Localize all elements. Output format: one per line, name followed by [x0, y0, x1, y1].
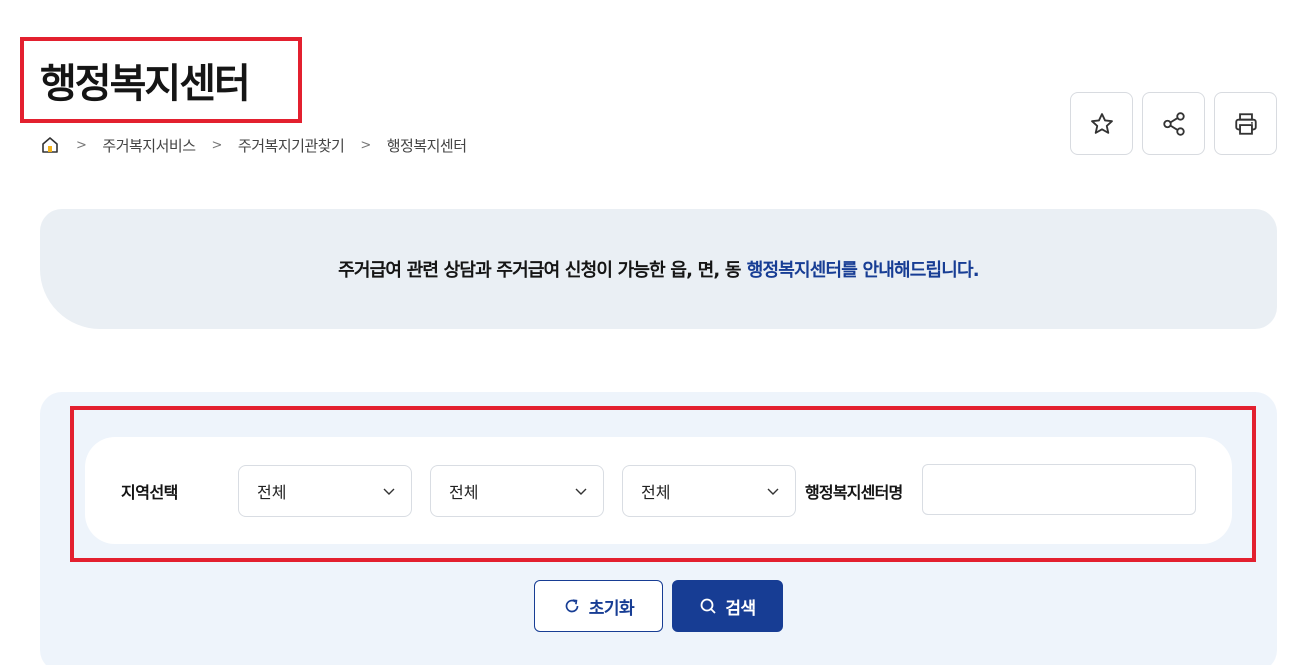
share-icon: [1162, 111, 1185, 136]
breadcrumb-item-service[interactable]: 주거복지서비스: [102, 135, 196, 156]
chevron-down-icon: [575, 488, 587, 495]
print-button[interactable]: [1214, 92, 1277, 155]
center-name-input[interactable]: [922, 464, 1196, 515]
breadcrumb-separator-icon: >: [360, 137, 371, 153]
printer-icon: [1234, 112, 1257, 135]
notice-banner: 주거급여 관련 상담과 주거급여 신청이 가능한 읍, 면, 동 행정복지센터를…: [40, 209, 1277, 329]
breadcrumb-item-current: 행정복지센터: [386, 136, 467, 155]
chevron-down-icon: [767, 488, 779, 495]
search-icon: [700, 598, 716, 614]
favorite-button[interactable]: [1070, 92, 1133, 155]
page-title: 행정복지센터: [40, 61, 251, 107]
center-name-label: 행정복지센터명: [805, 483, 903, 502]
chevron-down-icon: [383, 488, 395, 495]
select-value: 전체: [641, 483, 671, 502]
select-value: 전체: [449, 483, 479, 502]
notice-text: 주거급여 관련 상담과 주거급여 신청이 가능한 읍, 면, 동: [338, 260, 741, 281]
breadcrumb-item-find-agency[interactable]: 주거복지기관찾기: [238, 135, 345, 156]
notice-highlight: 행정복지센터를 안내해드립니다.: [746, 260, 980, 281]
breadcrumb: > 주거복지서비스 > 주거복지기관찾기 > 행정복지센터: [40, 134, 467, 156]
search-button-label: 검색: [725, 598, 756, 619]
breadcrumb-separator-icon: >: [211, 137, 223, 153]
region-select-district[interactable]: 전체: [622, 465, 796, 517]
refresh-icon: [565, 599, 579, 613]
reset-button[interactable]: 초기화: [534, 580, 663, 632]
region-select-city[interactable]: 전체: [430, 465, 604, 517]
search-button[interactable]: 검색: [672, 580, 783, 632]
breadcrumb-separator-icon: >: [76, 137, 87, 153]
region-select-province[interactable]: 전체: [238, 465, 412, 517]
reset-button-label: 초기화: [588, 598, 635, 619]
home-icon[interactable]: [40, 135, 60, 155]
star-icon: [1090, 112, 1113, 134]
select-value: 전체: [257, 483, 287, 502]
share-button[interactable]: [1142, 92, 1205, 155]
region-select-label: 지역선택: [121, 483, 178, 502]
